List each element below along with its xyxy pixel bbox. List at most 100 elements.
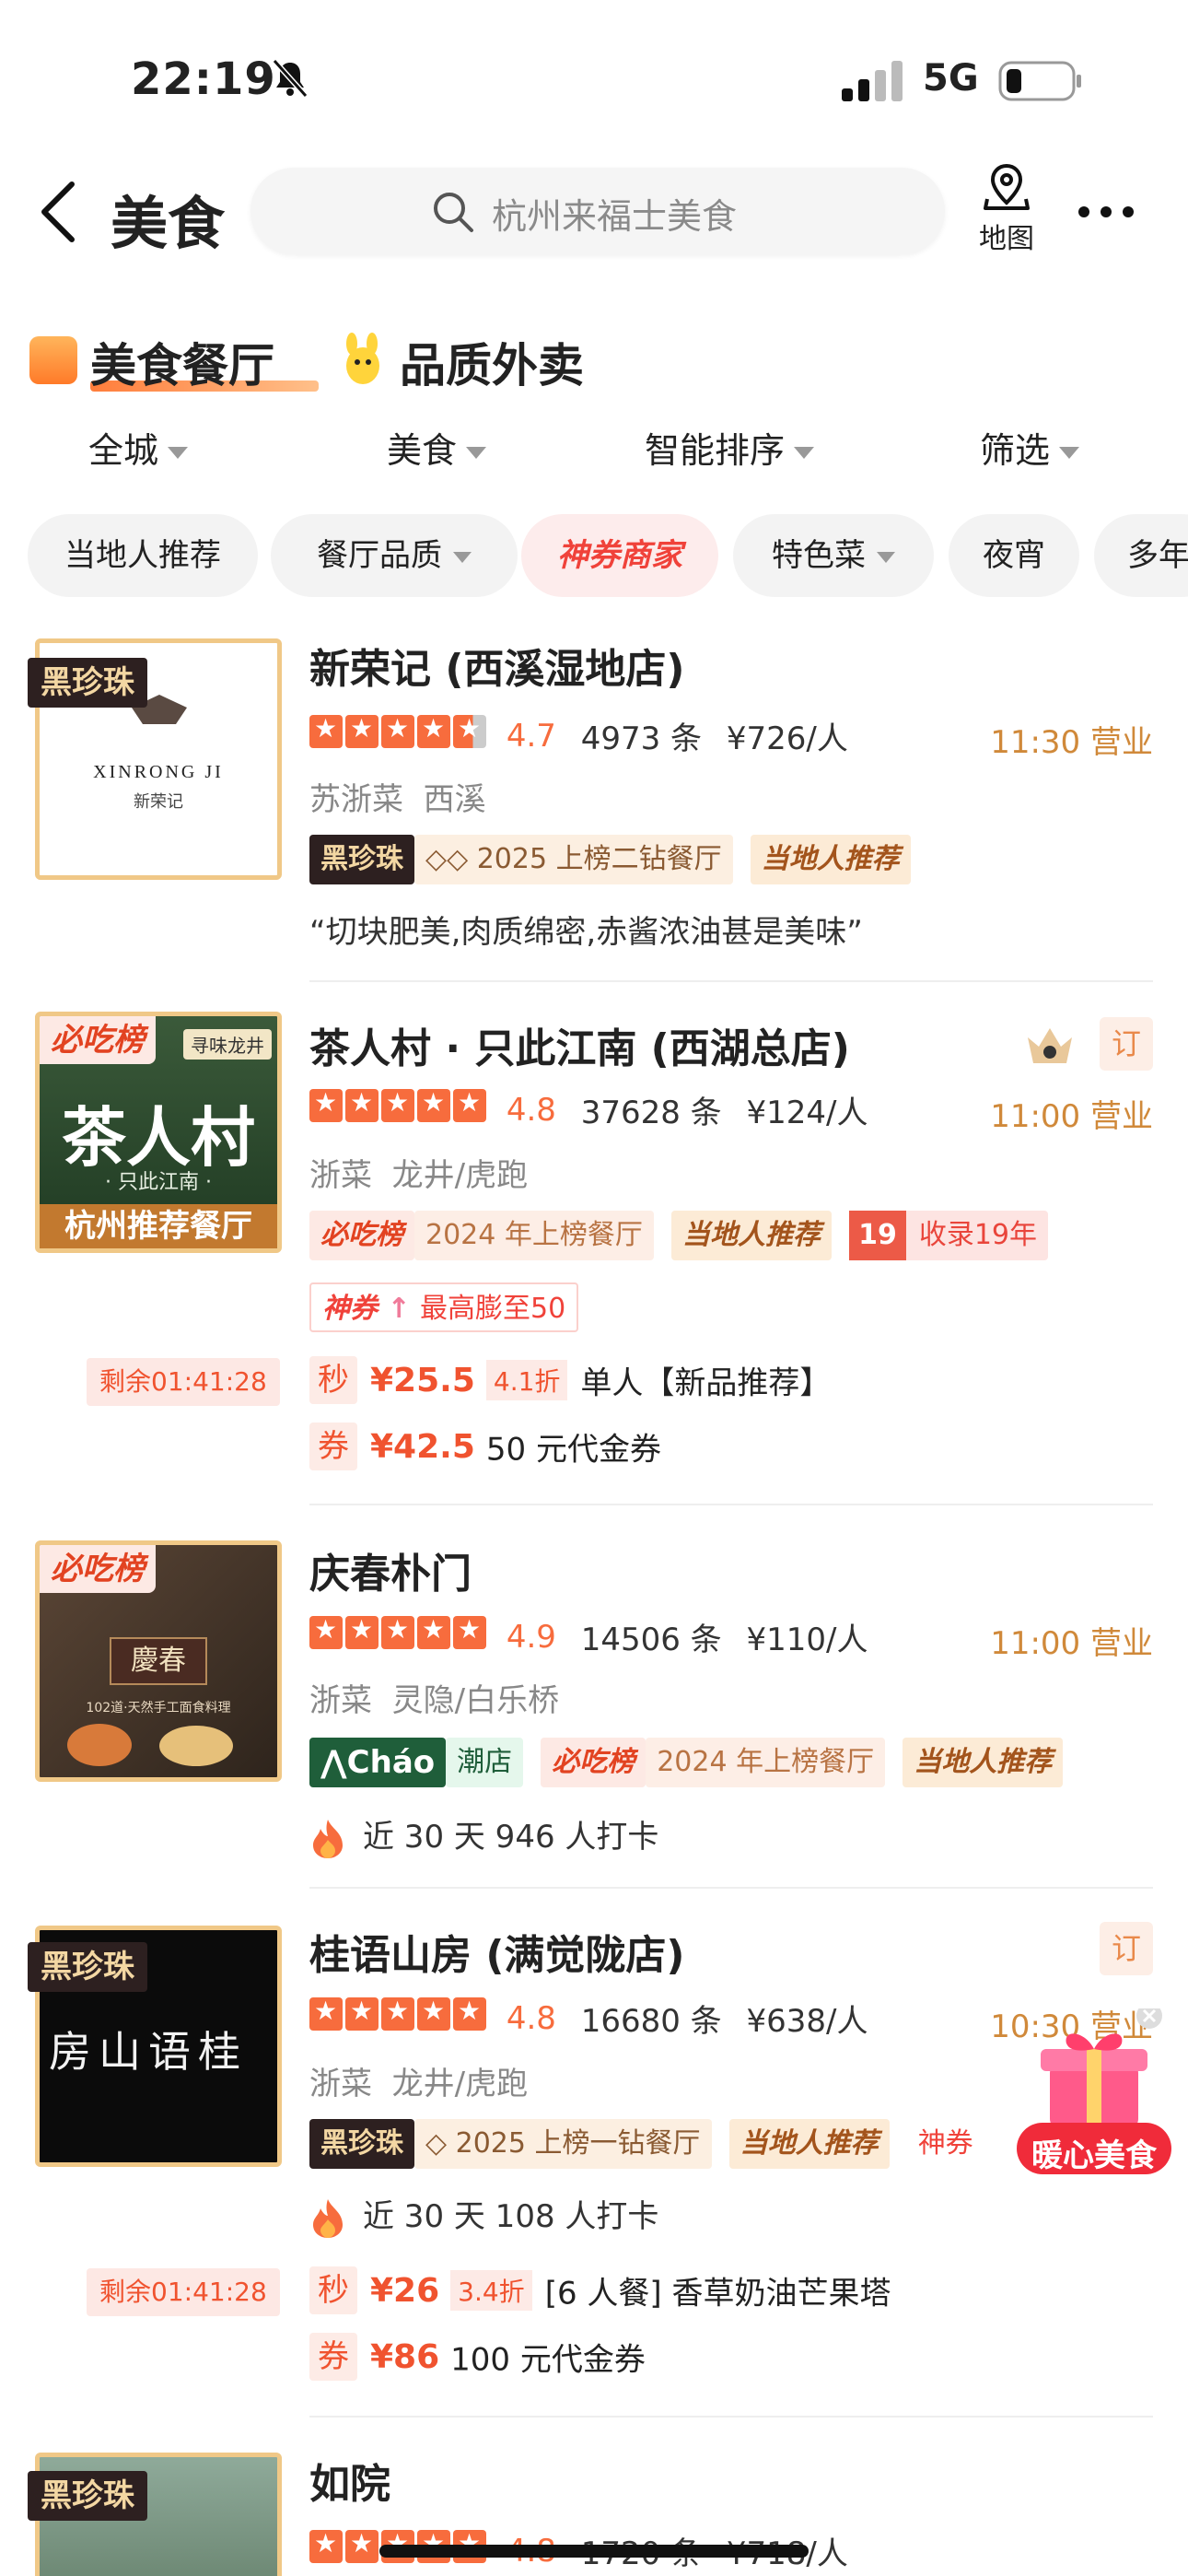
deal-price: ¥26 xyxy=(370,2271,440,2310)
chip-coupon-merchant[interactable]: 神券商家 xyxy=(521,514,718,597)
restaurant-card[interactable]: 房山语桂 黑珍珠 桂语山房 (满觉陇店) 订 4.8 16680 条 ¥638/… xyxy=(0,1922,1188,2438)
opening-hours: 11:00 营业 xyxy=(990,1098,1153,1135)
filter-cuisine[interactable]: 美食 xyxy=(387,422,487,473)
black-pearl-tag: 黑珍珠 xyxy=(28,2471,147,2521)
badge-chao: ⋀Cháo xyxy=(309,1738,447,1787)
battery-icon xyxy=(998,61,1081,101)
restaurant-card[interactable]: 必吃榜 寻味龙井 茶人村 · 只此江南 · 杭州推荐餐厅 茶人村 · 只此江南 … xyxy=(0,1012,1188,1509)
chip-quality[interactable]: 餐厅品质 xyxy=(271,514,518,597)
badge-ranking: 2024 年上榜餐厅 xyxy=(414,1211,654,1260)
search-icon xyxy=(434,193,473,232)
restaurant-name[interactable]: 新荣记 (西溪湿地店) xyxy=(309,636,685,695)
badge-local: 当地人推荐 xyxy=(750,835,911,884)
deal-voucher[interactable]: 券 ¥42.5 50 元代金券 xyxy=(309,1423,661,1474)
chip-local-recommend[interactable]: 当地人推荐 xyxy=(28,514,258,597)
area: 西溪 xyxy=(423,781,486,818)
deal-kind: 秒 xyxy=(309,2266,357,2314)
chip-many-years[interactable]: 多年 xyxy=(1094,514,1188,597)
chip-label: 夜宵 xyxy=(983,537,1045,574)
rating-row: 4.8 16680 条 ¥638/人 xyxy=(309,1996,868,2040)
badge-ranking: 2024 年上榜餐厅 xyxy=(646,1738,886,1787)
check-in-stat: 近 30 天 108 人打卡 xyxy=(309,2191,658,2240)
search-box[interactable]: 杭州来福士美食 xyxy=(250,168,945,254)
cuisine-area: 浙菜 龙井/虎跑 xyxy=(309,2058,528,2103)
deal-price: ¥42.5 xyxy=(370,1427,475,1466)
avg-price: ¥726/人 xyxy=(726,720,848,757)
cuisine: 浙菜 xyxy=(309,2066,372,2102)
chip-label: 神券商家 xyxy=(557,537,682,574)
coupon-boost-badge[interactable]: 神券 ↑ 最高膨至50 xyxy=(309,1282,579,1332)
badge-ranking: ◇◇ 2025 上榜二钻餐厅 xyxy=(414,835,733,884)
map-pin-icon xyxy=(984,163,1030,210)
restaurant-name[interactable]: 桂语山房 (满觉陇店) xyxy=(309,1922,685,1981)
cuisine: 浙菜 xyxy=(309,1682,372,1719)
divider xyxy=(309,1887,1153,1889)
filter-sort[interactable]: 智能排序 xyxy=(645,422,815,473)
deal-kind: 券 xyxy=(309,1423,357,1470)
badge-row: ⋀Cháo 潮店 必吃榜 2024 年上榜餐厅 当地人推荐 xyxy=(309,1738,1076,1787)
deal-flash[interactable]: 秒 ¥25.5 4.1折 单人【新品推荐】 xyxy=(309,1356,831,1408)
filter-area[interactable]: 全城 xyxy=(88,422,189,473)
opening-hours: 11:30 营业 xyxy=(990,724,1153,761)
floating-promo[interactable]: 暖心美食 xyxy=(1013,2003,1175,2184)
chao-logo-icon: ⋀ xyxy=(320,1744,347,1781)
chip-label: 特色菜 xyxy=(772,537,866,574)
badge-local: 当地人推荐 xyxy=(728,2119,890,2169)
badge-local: 当地人推荐 xyxy=(903,1738,1064,1787)
filter-more[interactable]: 筛选 xyxy=(980,422,1080,473)
book-button[interactable]: 订 xyxy=(1100,1922,1153,1975)
status-bar: 22:19 5G xyxy=(0,0,1188,157)
more-dots-icon[interactable] xyxy=(1074,193,1138,230)
boost-arrow-icon: ↑ xyxy=(378,1293,421,1325)
badge-trendy: 潮店 xyxy=(446,1738,524,1787)
restaurant-card[interactable]: 必吃榜 慶春 102道·天然手工面食料理 庆春朴门 4.9 14506 条 ¥1… xyxy=(0,1537,1188,1891)
deal-text: [6 人餐] 香草奶油芒果塔 xyxy=(544,2275,891,2313)
deal-text: 单人【新品推荐】 xyxy=(580,1364,832,1402)
restaurant-name[interactable]: 庆春朴门 xyxy=(309,1540,472,1599)
badge-coupon: 神券 xyxy=(906,2119,984,2169)
rating-stars xyxy=(309,1614,489,1657)
promo-label: 暖心美食 xyxy=(1031,2137,1157,2174)
opening-hours: 11:00 营业 xyxy=(990,1625,1153,1662)
chip-late-night[interactable]: 夜宵 xyxy=(949,514,1079,597)
divider xyxy=(309,1504,1153,1505)
deal-flash[interactable]: 秒 ¥26 3.4折 [6 人餐] 香草奶油芒果塔 xyxy=(309,2266,891,2318)
check-in-stat: 近 30 天 946 人打卡 xyxy=(309,1811,658,1860)
restaurant-name[interactable]: 如院 xyxy=(309,2451,390,2510)
chip-label: 多年 xyxy=(1127,537,1188,574)
deal-text: 100 元代金券 xyxy=(450,2341,646,2379)
caret-down-icon xyxy=(466,447,487,459)
deal-kind: 秒 xyxy=(309,1356,357,1404)
deal-discount: 3.4折 xyxy=(450,2270,532,2311)
badge-black-pearl: 黑珍珠 xyxy=(309,2119,414,2169)
kangaroo-icon xyxy=(346,333,379,384)
years-number: 19 xyxy=(849,1211,906,1260)
restaurant-icon xyxy=(29,336,77,384)
back-arrow-icon[interactable] xyxy=(31,177,87,247)
deal-discount: 4.1折 xyxy=(485,1360,568,1400)
filter-bar: 全城 美食 智能排序 筛选 xyxy=(0,416,1188,481)
cuisine: 苏浙菜 xyxy=(309,781,403,818)
deal-voucher[interactable]: 券 ¥86 100 元代金券 xyxy=(309,2333,646,2384)
bell-muted-icon xyxy=(272,58,309,99)
badge-local: 当地人推荐 xyxy=(670,1211,832,1260)
deal-text: 50 元代金券 xyxy=(485,1431,661,1469)
map-button[interactable]: 地图 xyxy=(971,162,1042,263)
cuisine-area: 苏浙菜 西溪 xyxy=(309,774,486,819)
chip-specialty[interactable]: 特色菜 xyxy=(733,514,934,597)
restaurant-card[interactable]: XINRONG JI 新荣记 黑珍珠 新荣记 (西溪湿地店) 4.7 4973 … xyxy=(0,636,1188,986)
header-bar: 美食 杭州来福士美食 地图 xyxy=(0,157,1188,267)
divider xyxy=(309,2416,1153,2418)
restaurant-thumbnail: 必吃榜 慶春 102道·天然手工面食料理 xyxy=(35,1540,282,1782)
badge-row: 黑珍珠 ◇ 2025 上榜一钻餐厅 当地人推荐 神券 xyxy=(309,2119,997,2169)
countdown-timer: 剩余01:41:28 xyxy=(87,1358,280,1406)
review-quote: “切块肥美,肉质绵密,赤酱浓油甚是美味” xyxy=(309,914,863,951)
fire-icon xyxy=(313,1819,343,1858)
book-button[interactable]: 订 xyxy=(1100,1017,1153,1071)
thumb-brand: XINRONG JI xyxy=(93,762,224,782)
thumb-sub: · 只此江南 · xyxy=(105,1171,212,1194)
restaurant-name[interactable]: 茶人村 · 只此江南 (西湖总店) xyxy=(309,1015,850,1074)
badge-years: 19 收录19年 xyxy=(849,1211,1049,1260)
badge-ranking: ◇ 2025 上榜一钻餐厅 xyxy=(414,2119,712,2169)
rating-score: 4.9 xyxy=(506,1618,556,1656)
